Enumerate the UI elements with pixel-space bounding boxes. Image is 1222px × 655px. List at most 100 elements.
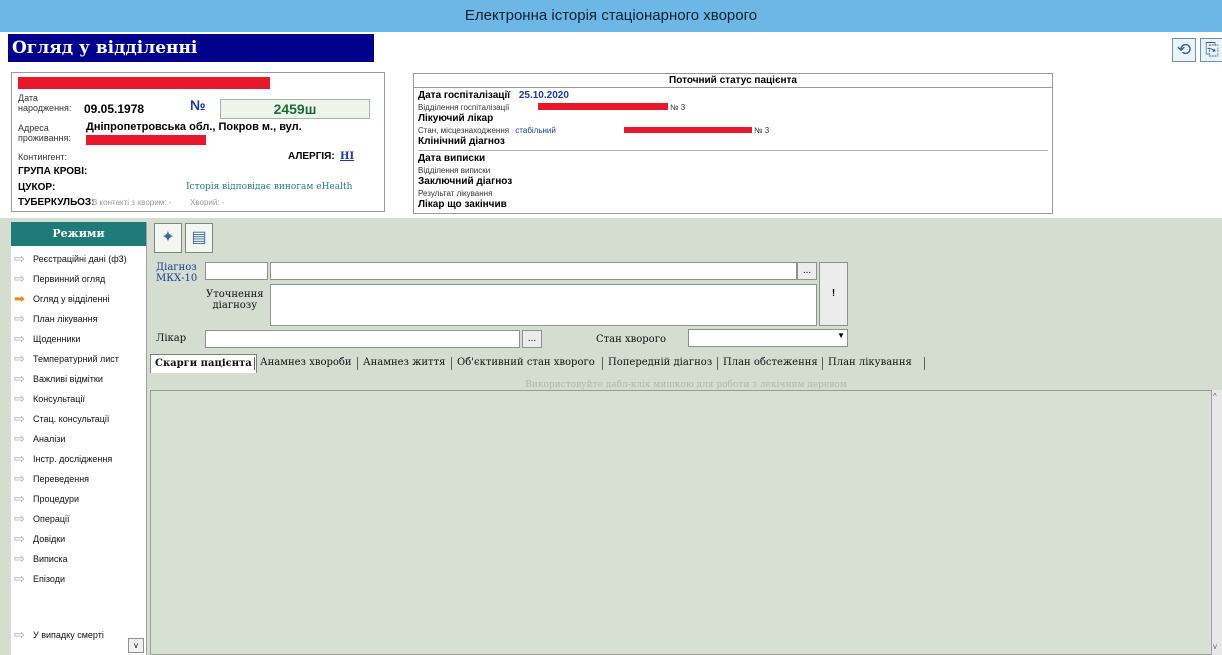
redacted-address: [86, 135, 206, 145]
sidebar-item-label: Первинний огляд: [33, 274, 106, 284]
sidebar-item-transfers[interactable]: ⇨ Переведення: [11, 470, 145, 488]
tab-disease-history[interactable]: Анамнез хвороби: [256, 354, 356, 373]
sidebar-item-analyses[interactable]: ⇨ Аналізи: [11, 430, 145, 448]
sidebar-item-registration[interactable]: ⇨ Реєстраційні дані (ф3): [11, 250, 145, 268]
sidebar-item-label: План лікування: [33, 314, 98, 324]
tab-separator: [357, 357, 358, 370]
sidebar-item-label: Операції: [33, 514, 70, 524]
condition-row: Стан, місцезнаходження стабільний: [418, 125, 556, 136]
content-scrollbar[interactable]: ^ v: [1211, 390, 1222, 655]
sidebar-item-inpatient-consultations[interactable]: ⇨ Стац. консультації: [11, 410, 145, 428]
doctor-input[interactable]: [205, 330, 520, 348]
tab-life-history[interactable]: Анамнез життя: [359, 354, 449, 373]
doctor-label: Лікар: [156, 333, 187, 344]
address-label: Адреса проживання:: [18, 123, 71, 143]
result-label: Результат лікування: [418, 189, 493, 198]
diagnosis-code-input[interactable]: [205, 262, 268, 280]
sidebar-item-discharge[interactable]: ⇨ Виписка: [11, 550, 145, 568]
tab-separator: [924, 357, 925, 370]
tree-hint: Використовуйте дабл-клік мишкою для робо…: [525, 380, 847, 390]
diagnosis-warning-button[interactable]: !: [819, 262, 848, 326]
discharge-date-label: Дата виписки: [418, 153, 486, 164]
discharge-dept-label: Відділення виписки: [418, 166, 491, 175]
sidebar-item-label: Консультації: [33, 394, 85, 404]
finishing-doctor-label: Лікар що закінчив: [418, 199, 507, 210]
clinical-dx-label: Клінічний діагноз: [418, 136, 505, 147]
arrow-right-icon: ⇨: [14, 471, 25, 486]
hosp-dept-label: Відділення госпіталізації: [418, 103, 510, 112]
sidebar-item-label: Виписка: [33, 554, 68, 564]
clarify-diagnosis-textarea[interactable]: [270, 284, 817, 326]
tab-separator: [254, 357, 255, 370]
tab-treatment-plan[interactable]: План лікування: [824, 354, 916, 373]
tab-separator: [717, 357, 718, 370]
scroll-up-icon[interactable]: ^: [1213, 392, 1217, 401]
arrow-right-icon: ⇨: [14, 627, 25, 642]
arrow-right-icon: ⇨: [14, 511, 25, 526]
condition-tail: № 3: [754, 126, 770, 135]
sidebar-item-procedures[interactable]: ⇨ Процедури: [11, 490, 145, 508]
tb-sick: Хворий: -: [190, 198, 225, 207]
refresh-icon[interactable]: ⟲: [1172, 38, 1196, 62]
window-titlebar: Електронна історія стаціонарного хворого: [0, 0, 1222, 32]
arrow-right-icon: ⇨: [14, 411, 25, 426]
sidebar-item-operations[interactable]: ⇨ Операції: [11, 510, 145, 528]
sidebar-item-label: Огляд у відділенні: [33, 294, 110, 304]
sidebar-item-temperature[interactable]: ⇨ Температурний лист: [11, 350, 145, 368]
tb-contact: В контакті з хворим: -: [92, 198, 172, 207]
sidebar-item-ward-exam[interactable]: ➡ Огляд у відділенні: [11, 290, 145, 308]
scroll-down-icon[interactable]: v: [1213, 642, 1217, 651]
doctor-label: Лікуючий лікар: [418, 113, 494, 124]
sidebar-item-death[interactable]: ⇨ У випадку смерті: [11, 626, 145, 644]
sidebar-scroll-down[interactable]: v: [128, 638, 144, 653]
tab-exam-plan[interactable]: План обстеження: [719, 354, 822, 373]
complaints-editor[interactable]: [150, 390, 1212, 655]
tab-separator: [451, 357, 452, 370]
sidebar-item-instrumental-studies[interactable]: ⇨ Інстр. дослідження: [11, 450, 145, 468]
arrow-right-icon: ⇨: [14, 491, 25, 506]
final-dx-label: Заключний діагноз: [418, 176, 513, 187]
sidebar-item-certificates[interactable]: ⇨ Довідки: [11, 530, 145, 548]
sidebar-item-treatment-plan[interactable]: ⇨ План лікування: [11, 310, 145, 328]
tab-separator: [602, 357, 603, 370]
diagnosis-text-input[interactable]: [270, 262, 797, 280]
arrow-right-icon: ⇨: [14, 371, 25, 386]
window-title: Електронна історія стаціонарного хворого: [464, 7, 758, 24]
new-document-button[interactable]: ✦: [154, 223, 182, 253]
ehealth-link[interactable]: Історія відповідає виногам eHealth: [186, 182, 352, 192]
redacted-patient-name: [18, 77, 270, 89]
doctor-browse-button[interactable]: ...: [522, 330, 542, 348]
arrow-right-icon: ⇨: [14, 531, 25, 546]
sidebar-item-label: Реєстраційні дані (ф3): [33, 254, 127, 264]
tab-complaints[interactable]: Скарги пацієнта: [150, 354, 257, 373]
contingent-label: Контингент:: [18, 152, 68, 162]
sidebar-item-label: Довідки: [33, 534, 66, 544]
diagnosis-browse-button[interactable]: ...: [797, 262, 817, 280]
patient-condition-label: Стан хворого: [596, 334, 666, 345]
sidebar-item-important-notes[interactable]: ⇨ Важливі відмітки: [11, 370, 145, 388]
exit-icon[interactable]: ⎘: [1200, 38, 1222, 62]
tab-preliminary-dx[interactable]: Попередній діагноз: [604, 354, 716, 373]
sidebar-item-diaries[interactable]: ⇨ Щоденники: [11, 330, 145, 348]
sidebar-item-consultations[interactable]: ⇨ Консультації: [11, 390, 145, 408]
screen-title: Огляд у відділенні: [8, 34, 374, 62]
sidebar-item-primary-exam[interactable]: ⇨ Первинний огляд: [11, 270, 145, 288]
arrow-right-icon: ⇨: [14, 351, 25, 366]
sidebar-item-label: У випадку смерті: [33, 630, 104, 640]
sidebar-item-episodes[interactable]: ⇨ Епізоди: [11, 570, 145, 588]
sidebar-item-label: Стац. консультації: [33, 414, 110, 424]
tab-separator: [822, 357, 823, 370]
arrow-right-icon: ⇨: [14, 391, 25, 406]
document-button[interactable]: ▤: [185, 223, 213, 253]
arrow-right-icon: ⇨: [14, 451, 25, 466]
redacted-location: [624, 127, 752, 133]
tb-label: ТУБЕРКУЛЬОЗ:: [18, 197, 95, 208]
patient-status-panel: Поточний статус пацієнта Дата госпіталіз…: [413, 73, 1053, 214]
sidebar-item-label: Епізоди: [33, 574, 65, 584]
sidebar-item-label: Щоденники: [33, 334, 81, 344]
tab-objective-state[interactable]: Об'єктивний стан хворого: [453, 354, 599, 373]
arrow-right-icon: ⇨: [14, 331, 25, 346]
sidebar-item-label: Аналізи: [33, 434, 66, 444]
patient-condition-select[interactable]: ▼: [688, 329, 848, 347]
allergy-value[interactable]: НІ: [340, 151, 354, 162]
